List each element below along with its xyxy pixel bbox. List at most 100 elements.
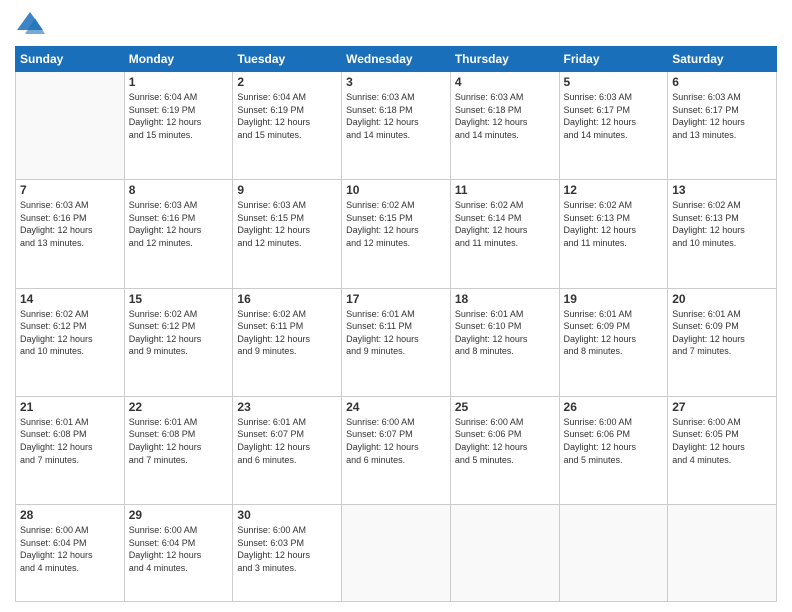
calendar-cell: 22 Sunrise: 6:01 AM Sunset: 6:08 PM Dayli…	[124, 396, 233, 504]
cell-info: Sunrise: 6:00 AM Sunset: 6:04 PM Dayligh…	[20, 524, 120, 574]
cell-info: Sunrise: 6:00 AM Sunset: 6:05 PM Dayligh…	[672, 416, 772, 466]
calendar-cell: 6 Sunrise: 6:03 AM Sunset: 6:17 PM Daylig…	[668, 72, 777, 180]
calendar-cell: 5 Sunrise: 6:03 AM Sunset: 6:17 PM Daylig…	[559, 72, 668, 180]
calendar-cell: 2Sunrise: 6:04 AM Sunset: 6:19 PM Daylig…	[233, 72, 342, 180]
calendar-cell	[16, 72, 125, 180]
calendar-cell: 3 Sunrise: 6:03 AM Sunset: 6:18 PM Daylig…	[342, 72, 451, 180]
cell-info: Sunrise: 6:02 AM Sunset: 6:15 PM Dayligh…	[346, 199, 446, 249]
calendar-cell: 17 Sunrise: 6:01 AM Sunset: 6:11 PM Dayli…	[342, 288, 451, 396]
calendar-cell: 8 Sunrise: 6:03 AM Sunset: 6:16 PM Daylig…	[124, 180, 233, 288]
logo	[15, 10, 49, 38]
cell-info: Sunrise: 6:00 AM Sunset: 6:07 PM Dayligh…	[346, 416, 446, 466]
day-number: 12	[564, 183, 664, 197]
calendar-cell	[450, 505, 559, 602]
cell-info: Sunrise: 6:01 AM Sunset: 6:07 PM Dayligh…	[237, 416, 337, 466]
cell-info: Sunrise: 6:03 AM Sunset: 6:17 PM Dayligh…	[672, 91, 772, 141]
calendar-cell	[342, 505, 451, 602]
day-number: 3	[346, 75, 446, 89]
calendar-cell: 28 Sunrise: 6:00 AM Sunset: 6:04 PM Dayli…	[16, 505, 125, 602]
day-number: 2	[237, 75, 337, 89]
cell-info: Sunrise: 6:01 AM Sunset: 6:09 PM Dayligh…	[672, 308, 772, 358]
calendar-cell: 25 Sunrise: 6:00 AM Sunset: 6:06 PM Dayli…	[450, 396, 559, 504]
cell-info: Sunrise: 6:03 AM Sunset: 6:17 PM Dayligh…	[564, 91, 664, 141]
calendar-week-2: 7Sunrise: 6:03 AM Sunset: 6:16 PM Daylig…	[16, 180, 777, 288]
cell-info: Sunrise: 6:01 AM Sunset: 6:11 PM Dayligh…	[346, 308, 446, 358]
day-number: 22	[129, 400, 229, 414]
day-number: 18	[455, 292, 555, 306]
calendar-week-4: 21 Sunrise: 6:01 AM Sunset: 6:08 PM Dayli…	[16, 396, 777, 504]
calendar-week-3: 14 Sunrise: 6:02 AM Sunset: 6:12 PM Dayli…	[16, 288, 777, 396]
cell-info: Sunrise: 6:01 AM Sunset: 6:09 PM Dayligh…	[564, 308, 664, 358]
calendar-cell: 1 Sunrise: 6:04 AM Sunset: 6:19 PM Daylig…	[124, 72, 233, 180]
calendar-table: SundayMondayTuesdayWednesdayThursdayFrid…	[15, 46, 777, 602]
calendar-cell: 20Sunrise: 6:01 AM Sunset: 6:09 PM Dayli…	[668, 288, 777, 396]
weekday-header-tuesday: Tuesday	[233, 47, 342, 72]
calendar-cell: 4 Sunrise: 6:03 AM Sunset: 6:18 PM Daylig…	[450, 72, 559, 180]
weekday-header-thursday: Thursday	[450, 47, 559, 72]
cell-info: Sunrise: 6:01 AM Sunset: 6:10 PM Dayligh…	[455, 308, 555, 358]
day-number: 21	[20, 400, 120, 414]
day-number: 13	[672, 183, 772, 197]
cell-info: Sunrise: 6:02 AM Sunset: 6:11 PM Dayligh…	[237, 308, 337, 358]
day-number: 1	[129, 75, 229, 89]
weekday-header-saturday: Saturday	[668, 47, 777, 72]
calendar-cell: 9Sunrise: 6:03 AM Sunset: 6:15 PM Daylig…	[233, 180, 342, 288]
calendar-cell: 10 Sunrise: 6:02 AM Sunset: 6:15 PM Dayli…	[342, 180, 451, 288]
day-number: 11	[455, 183, 555, 197]
calendar-cell: 29 Sunrise: 6:00 AM Sunset: 6:04 PM Dayli…	[124, 505, 233, 602]
cell-info: Sunrise: 6:04 AM Sunset: 6:19 PM Dayligh…	[129, 91, 229, 141]
cell-info: Sunrise: 6:00 AM Sunset: 6:04 PM Dayligh…	[129, 524, 229, 574]
calendar-cell: 23 Sunrise: 6:01 AM Sunset: 6:07 PM Dayli…	[233, 396, 342, 504]
weekday-header-wednesday: Wednesday	[342, 47, 451, 72]
weekday-header-monday: Monday	[124, 47, 233, 72]
calendar-cell: 13 Sunrise: 6:02 AM Sunset: 6:13 PM Dayli…	[668, 180, 777, 288]
day-number: 27	[672, 400, 772, 414]
day-number: 17	[346, 292, 446, 306]
day-number: 8	[129, 183, 229, 197]
calendar-cell: 30Sunrise: 6:00 AM Sunset: 6:03 PM Dayli…	[233, 505, 342, 602]
cell-info: Sunrise: 6:00 AM Sunset: 6:06 PM Dayligh…	[455, 416, 555, 466]
calendar-cell: 24 Sunrise: 6:00 AM Sunset: 6:07 PM Dayli…	[342, 396, 451, 504]
calendar-cell: 16 Sunrise: 6:02 AM Sunset: 6:11 PM Dayli…	[233, 288, 342, 396]
calendar-cell	[559, 505, 668, 602]
day-number: 6	[672, 75, 772, 89]
day-number: 4	[455, 75, 555, 89]
logo-icon	[15, 10, 45, 38]
day-number: 10	[346, 183, 446, 197]
day-number: 5	[564, 75, 664, 89]
cell-info: Sunrise: 6:02 AM Sunset: 6:13 PM Dayligh…	[564, 199, 664, 249]
day-number: 26	[564, 400, 664, 414]
cell-info: Sunrise: 6:00 AM Sunset: 6:03 PM Dayligh…	[237, 524, 337, 574]
cell-info: Sunrise: 6:03 AM Sunset: 6:18 PM Dayligh…	[455, 91, 555, 141]
calendar-cell: 19 Sunrise: 6:01 AM Sunset: 6:09 PM Dayli…	[559, 288, 668, 396]
calendar-cell: 15 Sunrise: 6:02 AM Sunset: 6:12 PM Dayli…	[124, 288, 233, 396]
calendar-cell: 27 Sunrise: 6:00 AM Sunset: 6:05 PM Dayli…	[668, 396, 777, 504]
calendar-cell: 11Sunrise: 6:02 AM Sunset: 6:14 PM Dayli…	[450, 180, 559, 288]
day-number: 28	[20, 508, 120, 522]
calendar-cell: 21Sunrise: 6:01 AM Sunset: 6:08 PM Dayli…	[16, 396, 125, 504]
calendar-cell: 7Sunrise: 6:03 AM Sunset: 6:16 PM Daylig…	[16, 180, 125, 288]
cell-info: Sunrise: 6:01 AM Sunset: 6:08 PM Dayligh…	[129, 416, 229, 466]
calendar-week-1: 1 Sunrise: 6:04 AM Sunset: 6:19 PM Daylig…	[16, 72, 777, 180]
day-number: 15	[129, 292, 229, 306]
weekday-header-row: SundayMondayTuesdayWednesdayThursdayFrid…	[16, 47, 777, 72]
cell-info: Sunrise: 6:03 AM Sunset: 6:18 PM Dayligh…	[346, 91, 446, 141]
cell-info: Sunrise: 6:02 AM Sunset: 6:13 PM Dayligh…	[672, 199, 772, 249]
page: SundayMondayTuesdayWednesdayThursdayFrid…	[0, 0, 792, 612]
day-number: 16	[237, 292, 337, 306]
calendar-cell: 12 Sunrise: 6:02 AM Sunset: 6:13 PM Dayli…	[559, 180, 668, 288]
calendar-cell	[668, 505, 777, 602]
day-number: 14	[20, 292, 120, 306]
day-number: 9	[237, 183, 337, 197]
day-number: 24	[346, 400, 446, 414]
header	[15, 10, 777, 38]
weekday-header-friday: Friday	[559, 47, 668, 72]
day-number: 29	[129, 508, 229, 522]
day-number: 19	[564, 292, 664, 306]
day-number: 25	[455, 400, 555, 414]
cell-info: Sunrise: 6:00 AM Sunset: 6:06 PM Dayligh…	[564, 416, 664, 466]
calendar-week-5: 28 Sunrise: 6:00 AM Sunset: 6:04 PM Dayli…	[16, 505, 777, 602]
cell-info: Sunrise: 6:03 AM Sunset: 6:16 PM Dayligh…	[129, 199, 229, 249]
day-number: 23	[237, 400, 337, 414]
cell-info: Sunrise: 6:02 AM Sunset: 6:12 PM Dayligh…	[129, 308, 229, 358]
